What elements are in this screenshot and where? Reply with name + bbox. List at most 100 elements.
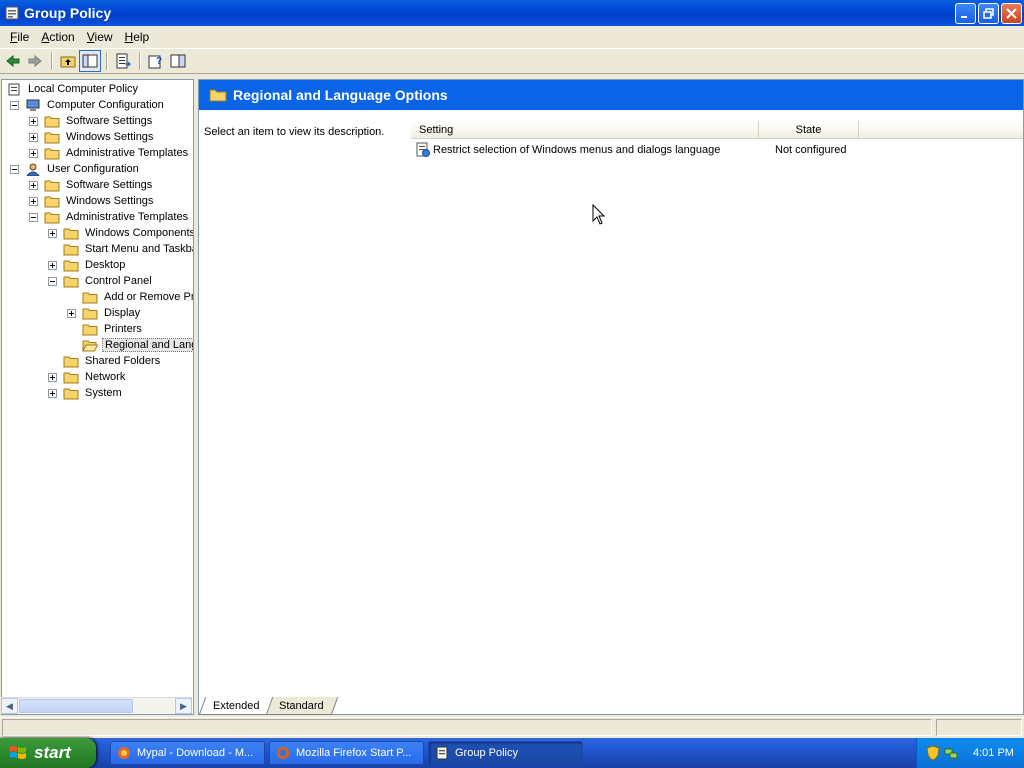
tree-item[interactable]: Printers	[67, 321, 144, 337]
tree-item[interactable]: Regional and Language Options	[67, 337, 193, 353]
group-policy-icon	[5, 6, 19, 20]
show-hide-tree-button[interactable]	[79, 50, 101, 72]
column-header-setting[interactable]: Setting	[411, 121, 759, 138]
tree-item[interactable]: Computer Configuration	[10, 97, 166, 113]
collapse-minus-icon[interactable]	[29, 212, 38, 222]
taskbar-button-firefox[interactable]: Mozilla Firefox Start P...	[269, 741, 424, 765]
tree-item[interactable]: Administrative Templates	[29, 209, 190, 225]
menu-action[interactable]: Action	[35, 28, 80, 46]
console-tree[interactable]: Local Computer Policy Computer Configurat…	[1, 79, 194, 715]
group-policy-icon	[436, 746, 448, 760]
expand-plus-icon[interactable]	[48, 260, 57, 270]
mouse-cursor-icon	[592, 204, 606, 225]
forward-button[interactable]	[24, 50, 46, 72]
svg-text:?: ?	[156, 56, 162, 67]
tree-item[interactable]: Local Computer Policy	[6, 81, 140, 97]
restore-icon	[983, 7, 994, 19]
expand-plus-icon[interactable]	[48, 372, 57, 382]
scroll-left-button[interactable]: ◀	[1, 698, 18, 714]
help-button[interactable]: ?	[145, 50, 167, 72]
folder-icon	[209, 89, 227, 102]
action-pane-icon	[170, 54, 186, 68]
menu-help[interactable]: Help	[119, 28, 156, 46]
tree-item[interactable]: Shared Folders	[48, 353, 162, 369]
tree-item[interactable]: Administrative Templates	[29, 145, 190, 161]
toolbar-separator	[106, 52, 107, 70]
chevron-right-icon: ▶	[180, 700, 187, 711]
collapse-minus-icon[interactable]	[10, 100, 19, 110]
status-cell-main	[2, 719, 932, 736]
tree-item[interactable]: User Configuration	[10, 161, 141, 177]
chevron-left-icon: ◀	[6, 700, 13, 711]
tree-item[interactable]: Start Menu and Taskbar	[48, 241, 193, 257]
tree-horizontal-scrollbar[interactable]: ◀ ▶	[1, 697, 192, 714]
minimize-button[interactable]	[955, 2, 976, 24]
windows-logo-icon	[10, 746, 26, 759]
restore-button[interactable]	[978, 2, 999, 24]
security-shield-icon[interactable]	[925, 745, 941, 761]
menu-view[interactable]: View	[81, 28, 119, 46]
tree-item-label: Add or Remove Programs	[104, 291, 194, 303]
folder-icon	[44, 116, 60, 127]
taskbar-button-group-policy[interactable]: Group Policy	[428, 741, 583, 765]
tree-item[interactable]: Software Settings	[29, 113, 154, 129]
expand-plus-icon[interactable]	[29, 116, 38, 126]
open-folder-icon	[82, 340, 98, 351]
tree-item[interactable]: Display	[67, 305, 142, 321]
folder-icon	[63, 260, 79, 271]
tree-item[interactable]: System	[48, 385, 124, 401]
system-tray: 4:01 PM	[916, 738, 1024, 768]
tab-extended[interactable]: Extended	[198, 697, 274, 715]
expand-plus-icon[interactable]	[29, 132, 38, 142]
tree-item-label: Windows Settings	[66, 131, 154, 143]
tree-item[interactable]: Software Settings	[29, 177, 154, 193]
list-header: Setting State	[411, 121, 1023, 139]
tree-item[interactable]: Add or Remove Programs	[67, 289, 194, 305]
folder-icon	[63, 356, 79, 367]
tree-item[interactable]: Network	[48, 369, 127, 385]
export-list-button[interactable]	[112, 50, 134, 72]
mypal-icon	[118, 747, 130, 759]
back-button[interactable]	[2, 50, 24, 72]
collapse-minus-icon[interactable]	[10, 164, 19, 174]
column-header-state[interactable]: State	[759, 121, 859, 138]
tree-item[interactable]: Windows Components	[48, 225, 193, 241]
list-item[interactable]: Restrict selection of Windows menus and …	[415, 142, 847, 158]
tree-item[interactable]: Control Panel	[48, 273, 154, 289]
close-button[interactable]	[1001, 2, 1022, 24]
setting-state: Not configured	[775, 144, 847, 156]
expand-plus-icon[interactable]	[67, 308, 76, 318]
close-icon	[1006, 7, 1017, 19]
folder-icon	[63, 244, 79, 255]
expand-plus-icon[interactable]	[29, 180, 38, 190]
forward-arrow-icon	[28, 54, 42, 68]
expand-plus-icon[interactable]	[29, 196, 38, 206]
expand-plus-icon[interactable]	[48, 228, 57, 238]
tree-item[interactable]: Windows Settings	[29, 129, 155, 145]
tree-item-label: Administrative Templates	[66, 211, 189, 223]
scrollbar-thumb[interactable]	[19, 699, 133, 713]
tree-item[interactable]: Desktop	[48, 257, 127, 273]
folder-icon	[44, 132, 60, 143]
collapse-minus-icon[interactable]	[48, 276, 57, 286]
tab-standard[interactable]: Standard	[265, 697, 339, 715]
start-label: start	[34, 743, 71, 762]
user-icon	[26, 163, 40, 176]
network-icon[interactable]	[943, 745, 959, 761]
status-cell-secondary	[936, 719, 1022, 736]
tree-item[interactable]: Windows Settings	[29, 193, 155, 209]
menu-file[interactable]: File	[4, 28, 35, 46]
up-one-level-button[interactable]	[57, 50, 79, 72]
show-hide-action-pane-button[interactable]	[167, 50, 189, 72]
folder-icon	[63, 228, 79, 239]
expand-plus-icon[interactable]	[29, 148, 38, 158]
taskbar-button-mypal[interactable]: Mypal - Download - M...	[110, 741, 265, 765]
expand-plus-icon[interactable]	[48, 388, 57, 398]
computer-icon	[26, 99, 40, 111]
scroll-right-button[interactable]: ▶	[175, 698, 192, 714]
details-title: Regional and Language Options	[233, 87, 448, 103]
policy-setting-icon	[416, 142, 430, 157]
title-bar[interactable]: Group Policy	[0, 0, 1024, 26]
start-button[interactable]: start	[0, 738, 96, 768]
clock[interactable]: 4:01 PM	[973, 747, 1014, 759]
